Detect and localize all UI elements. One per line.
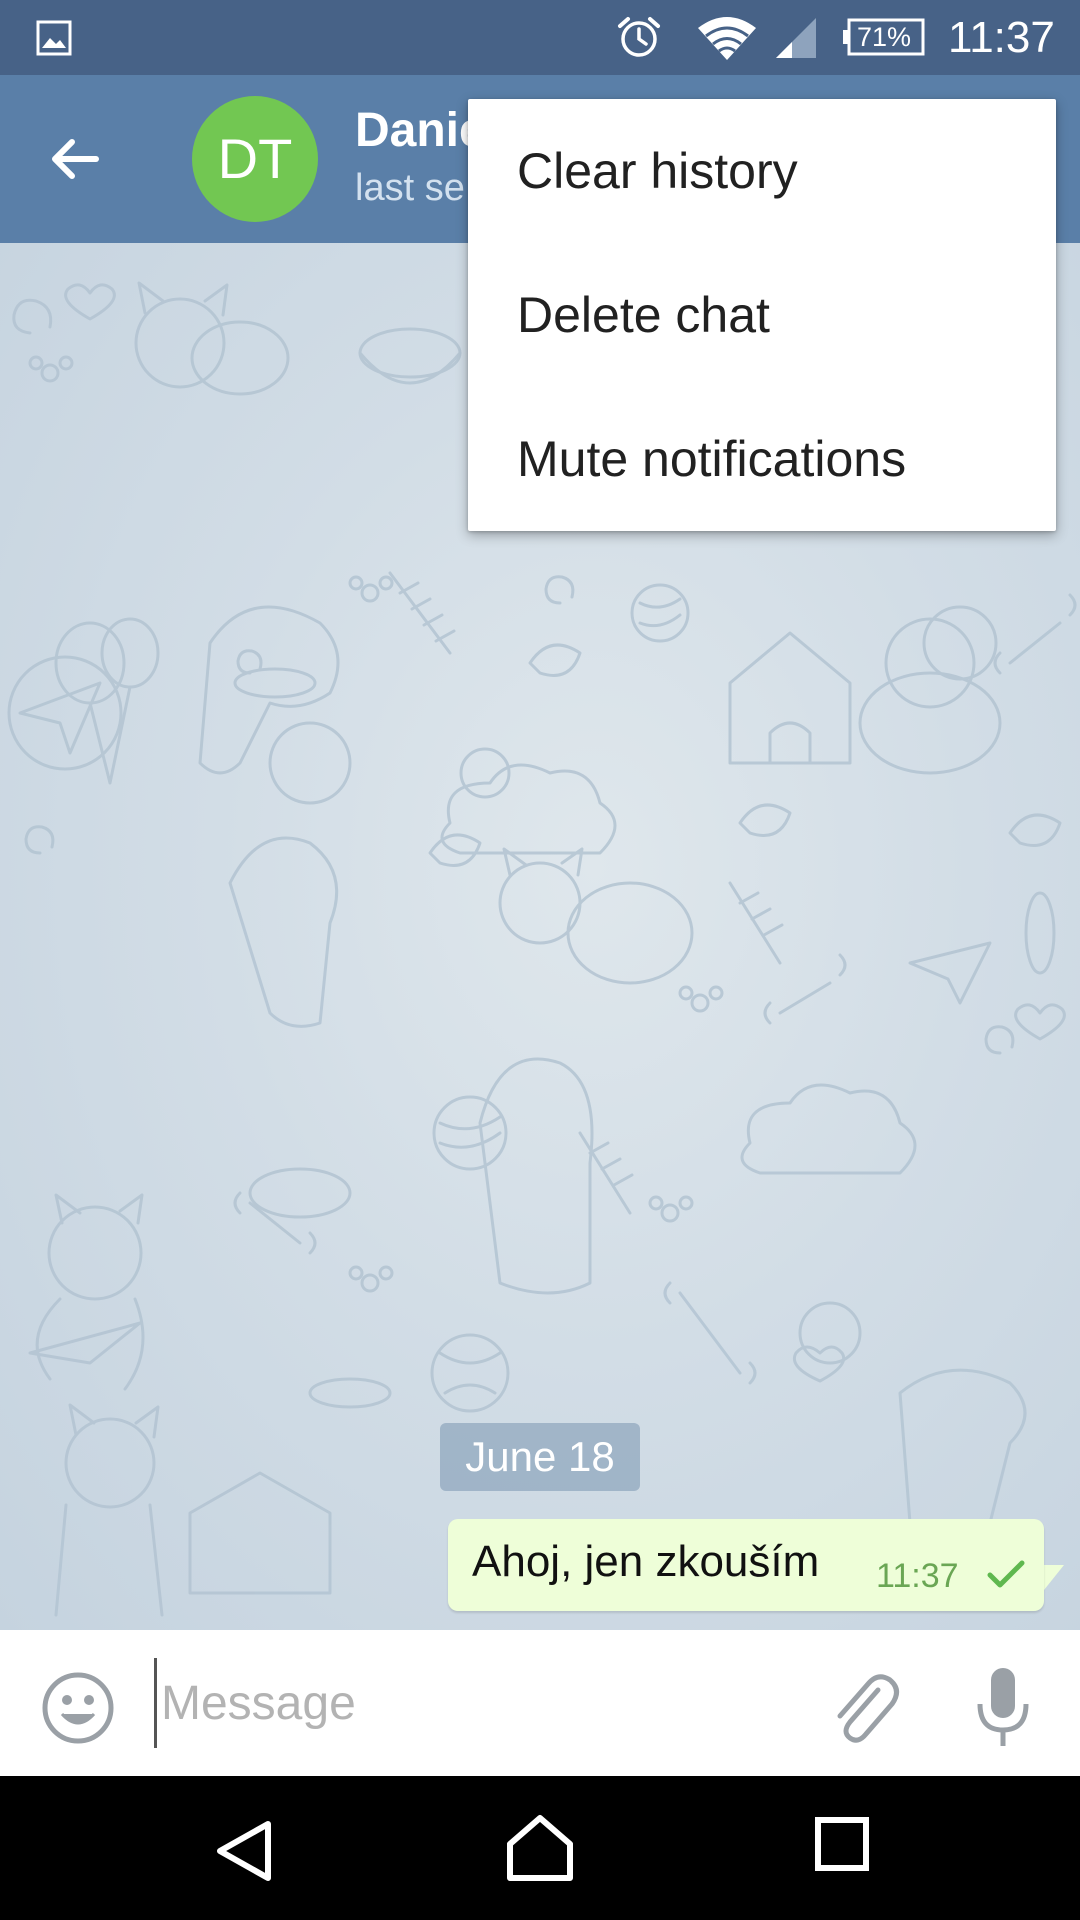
menu-item-mute-notifications[interactable]: Mute notifications	[468, 387, 1056, 531]
signal-icon	[776, 18, 816, 58]
back-arrow-icon[interactable]	[40, 119, 120, 199]
home-icon[interactable]	[504, 1812, 576, 1884]
back-triangle-icon[interactable]	[210, 1816, 280, 1886]
avatar[interactable]: DT	[192, 96, 318, 222]
system-nav-bar	[0, 1776, 1080, 1920]
message-text: Ahoj, jen zkouším	[472, 1537, 820, 1586]
menu-item-delete-chat[interactable]: Delete chat	[468, 243, 1056, 387]
menu-item-clear-history[interactable]: Clear history	[468, 99, 1056, 243]
chat-title[interactable]: Danie	[355, 103, 486, 158]
status-clock: 11:37	[948, 13, 1055, 62]
battery-percent: 71%	[856, 22, 912, 52]
alarm-icon	[618, 17, 660, 57]
overflow-menu: Clear history Delete chat Mute notificat…	[468, 99, 1056, 531]
message-composer	[0, 1630, 1080, 1776]
chat-subtitle: last se	[355, 167, 465, 209]
message-bubble[interactable]: Ahoj, jen zkouším 11:37	[448, 1519, 1044, 1611]
emoji-icon[interactable]	[40, 1670, 116, 1746]
message-time: 11:37	[876, 1557, 959, 1595]
status-bar: 71% 11:37	[0, 0, 1080, 75]
wifi-icon	[698, 17, 756, 60]
date-chip: June 18	[440, 1423, 640, 1491]
gallery-icon	[36, 20, 72, 56]
sent-check-icon	[987, 1560, 1025, 1588]
message-input[interactable]	[154, 1658, 801, 1748]
battery-indicator: 71%	[843, 18, 925, 56]
microphone-icon[interactable]	[968, 1666, 1038, 1750]
recents-icon[interactable]	[814, 1816, 870, 1872]
attach-icon[interactable]	[826, 1668, 902, 1748]
